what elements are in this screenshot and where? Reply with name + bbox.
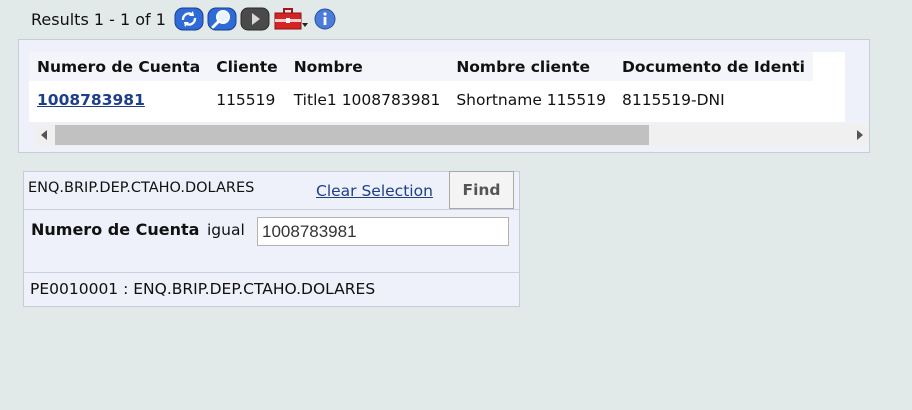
company-enquiry-label: PE0010001 : ENQ.BRIP.DEP.CTAHO.DOLARES	[30, 280, 376, 298]
table-cell: 115519	[216, 91, 276, 109]
table-cell: Shortname 115519	[456, 91, 606, 109]
enquiry-name: ENQ.BRIP.DEP.CTAHO.DOLARES	[28, 180, 255, 196]
toolbox-dropdown-icon[interactable]	[273, 7, 311, 31]
results-table: Numero de Cuenta Cliente Nombre Nombre c…	[29, 52, 813, 119]
column-header: Nombre	[285, 52, 449, 81]
scroll-right-arrow-icon[interactable]	[851, 124, 869, 146]
results-grid: Numero de Cuenta Cliente Nombre Nombre c…	[18, 39, 870, 153]
column-header: Documento de Identi	[613, 52, 813, 81]
criteria-value-input[interactable]	[257, 217, 509, 246]
table-header-row: Numero de Cuenta Cliente Nombre Nombre c…	[29, 52, 813, 81]
play-next-icon[interactable]	[240, 7, 270, 31]
results-toolbar: Results 1 - 1 of 1	[31, 6, 339, 32]
scroll-left-arrow-icon[interactable]	[35, 124, 53, 146]
table-row: 1008783981 115519 Title1 1008783981 Shor…	[29, 81, 813, 119]
column-header: Cliente	[208, 52, 286, 81]
results-table-viewport: Numero de Cuenta Cliente Nombre Nombre c…	[29, 52, 845, 122]
column-header: Nombre cliente	[448, 52, 614, 81]
info-icon[interactable]	[314, 8, 336, 30]
selection-header: ENQ.BRIP.DEP.CTAHO.DOLARES Clear Selecti…	[24, 171, 519, 210]
selection-panel: ENQ.BRIP.DEP.CTAHO.DOLARES Clear Selecti…	[23, 171, 520, 307]
table-cell: 1008783981	[29, 81, 208, 119]
criteria-operator: igual	[207, 221, 245, 239]
table-cell: 8115519-DNI	[621, 91, 725, 109]
results-summary: Results 1 - 1 of 1	[31, 9, 166, 29]
refresh-icon[interactable]	[174, 7, 204, 31]
scrollbar-thumb[interactable]	[55, 125, 649, 145]
account-number-link[interactable]: 1008783981	[37, 91, 145, 109]
horizontal-scrollbar[interactable]	[35, 124, 869, 146]
zoom-search-icon[interactable]	[207, 7, 237, 31]
selection-footer: PE0010001 : ENQ.BRIP.DEP.CTAHO.DOLARES	[24, 272, 519, 298]
find-button[interactable]: Find	[449, 171, 514, 209]
column-header: Numero de Cuenta	[29, 52, 209, 81]
criteria-field-label: Numero de Cuenta	[31, 220, 200, 239]
clear-selection-link[interactable]: Clear Selection	[316, 182, 433, 200]
table-cell: Title1 1008783981	[293, 91, 441, 109]
